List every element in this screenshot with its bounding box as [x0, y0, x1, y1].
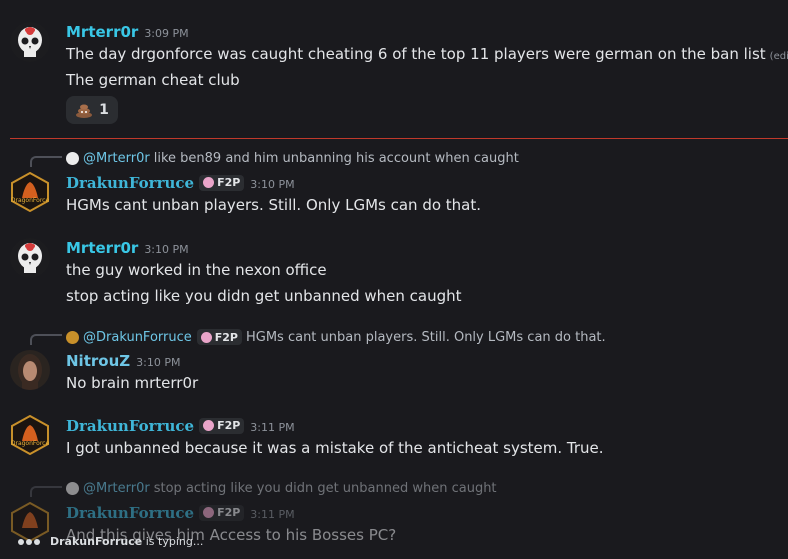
typing-dots-icon — [18, 535, 42, 548]
reply-mention[interactable]: @DrakunForruce — [83, 330, 192, 345]
message-line: The german cheat club — [66, 71, 240, 89]
reply-spine — [30, 156, 62, 167]
avatar-nitrouz[interactable] — [10, 350, 50, 390]
message-line: HGMs cant unban players. Still. Only LGM… — [66, 196, 482, 214]
svg-text:DragonForce: DragonForce — [11, 197, 50, 204]
f2p-tag: F2P — [196, 329, 242, 345]
author-name[interactable]: NitrouZ — [66, 352, 130, 370]
message-line: I got unbanned because it was a mistake … — [66, 439, 604, 457]
timestamp: 3:11 PM — [250, 508, 295, 521]
avatar-mrterr0r[interactable] — [10, 238, 50, 278]
timestamp: 3:10 PM — [250, 178, 295, 191]
message-line: stop acting like you didn get unbanned w… — [66, 287, 462, 305]
author-name[interactable]: Mrterr0r — [66, 23, 138, 41]
reply-spine — [30, 334, 62, 345]
reply-mention[interactable]: @Mrterr0r — [83, 481, 150, 496]
tag-label: F2P — [217, 176, 241, 189]
timestamp: 3:11 PM — [250, 421, 295, 434]
timestamp: 3:10 PM — [144, 243, 189, 256]
message-text: The day drgonforce was caught cheating 6… — [66, 45, 788, 63]
portrait-avatar-icon — [10, 350, 50, 390]
tag-icon — [200, 331, 212, 343]
timestamp: 3:09 PM — [144, 27, 189, 40]
reply-text: stop acting like you didn get unbanned w… — [153, 481, 497, 496]
message-line: the guy worked in the nexon office — [66, 261, 327, 279]
dragonforce-logo-icon: DragonForce — [11, 415, 50, 455]
reaction-button[interactable]: 1 — [66, 96, 118, 124]
mini-avatar-icon — [66, 482, 79, 495]
skull-avatar-icon — [10, 22, 50, 62]
reply-preview[interactable]: @Mrterr0r like ben89 and him unbanning h… — [66, 151, 519, 166]
typing-user[interactable]: DrakunForruce — [50, 535, 142, 548]
reaction-count: 1 — [99, 102, 109, 118]
tag-icon — [203, 507, 215, 518]
tag-icon — [203, 420, 215, 431]
reply-text: like ben89 and him unbanning his account… — [153, 151, 519, 166]
f2p-tag: F2P — [199, 417, 245, 434]
message-line: The day drgonforce was caught cheating 6… — [66, 45, 766, 63]
tag-icon — [203, 177, 215, 188]
author-name[interactable]: DrakunForruce — [66, 417, 194, 435]
timestamp: 3:10 PM — [136, 356, 181, 369]
author-name[interactable]: DrakunForruce — [66, 504, 194, 522]
avatar-drakun[interactable]: DragonForce — [10, 172, 50, 212]
reply-preview[interactable]: @Mrterr0r stop acting like you didn get … — [66, 481, 497, 496]
avatar-drakun[interactable]: DragonForce — [10, 415, 50, 455]
author-name[interactable]: Mrterr0r — [66, 239, 138, 257]
f2p-tag: F2P — [199, 174, 245, 191]
tag-label: F2P — [217, 419, 241, 432]
reply-text: HGMs cant unban players. Still. Only LGM… — [245, 329, 606, 345]
message-line: No brain mrterr0r — [66, 374, 199, 392]
edited-label: (edited) — [769, 51, 788, 62]
tag-label: F2P — [217, 506, 241, 519]
skull-avatar-icon — [10, 238, 50, 278]
dragonforce-logo-icon: DragonForce — [11, 172, 50, 212]
reply-spine — [30, 486, 62, 497]
typing-text: is typing... — [145, 535, 204, 548]
typing-indicator: DrakunForruce is typing... — [18, 535, 203, 548]
avatar-mrterr0r[interactable] — [10, 22, 50, 62]
mini-avatar-icon — [66, 330, 79, 344]
svg-text:DragonForce: DragonForce — [11, 440, 50, 447]
new-messages-divider — [10, 138, 788, 139]
f2p-tag: F2P — [199, 504, 245, 521]
reply-mention[interactable]: @Mrterr0r — [83, 151, 150, 166]
reply-preview[interactable]: @DrakunForruce F2P HGMs cant unban playe… — [66, 329, 606, 345]
mini-avatar-icon — [66, 152, 79, 165]
poop-emoji-icon — [76, 104, 93, 118]
tag-label: F2P — [214, 330, 238, 344]
author-name[interactable]: DrakunForruce — [66, 174, 194, 192]
